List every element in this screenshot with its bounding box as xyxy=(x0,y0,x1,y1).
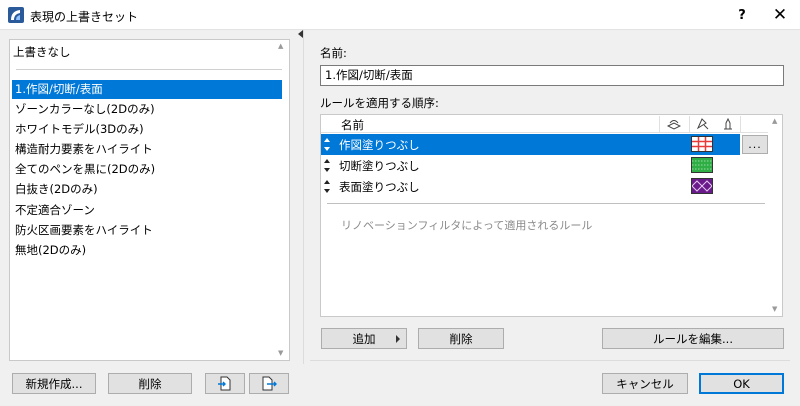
name-input[interactable]: 1.作図/切断/表面 xyxy=(320,65,784,86)
list-item[interactable]: 全てのペンを黒に(2Dのみ) xyxy=(12,160,155,179)
list-item[interactable]: 無地(2Dのみ) xyxy=(12,241,86,260)
add-rule-button[interactable]: 追加 xyxy=(321,328,407,349)
rule-row[interactable]: 切断塗りつぶし xyxy=(321,155,768,176)
help-button[interactable]: ? xyxy=(722,0,762,30)
title-bar: 表現の上書きセット ? ✕ xyxy=(0,0,800,30)
delete-rule-button[interactable]: 削除 xyxy=(418,328,504,349)
ok-button[interactable]: OK xyxy=(699,373,784,394)
list-item[interactable]: 構造耐力要素をハイライト xyxy=(12,140,153,159)
purple-diamond-swatch-icon xyxy=(691,178,713,194)
fill-brush-icon xyxy=(696,118,709,130)
list-item[interactable]: 防火区画要素をハイライト xyxy=(12,221,153,240)
list-item[interactable]: ホワイトモデル(3Dのみ) xyxy=(12,120,144,139)
override-set-list[interactable]: 上書きなし 1.作図/切断/表面 ゾーンカラーなし(2Dのみ) ホワイトモデル(… xyxy=(9,39,290,361)
red-grid-swatch-icon xyxy=(691,136,713,152)
renovation-filter-label: リノベーションフィルタによって適用されるルール xyxy=(341,219,593,232)
list-item[interactable]: 不定適合ゾーン xyxy=(12,201,95,220)
column-name-header[interactable]: 名前 xyxy=(341,117,364,133)
no-override-item[interactable]: 上書きなし xyxy=(13,44,71,60)
delete-set-button[interactable]: 削除 xyxy=(108,373,192,394)
list-divider xyxy=(16,69,282,70)
dropdown-arrow-icon xyxy=(396,335,400,343)
drag-handle-icon[interactable] xyxy=(323,138,331,151)
layer-icon xyxy=(667,120,681,130)
list-item[interactable]: 1.作図/切断/表面 xyxy=(12,80,282,99)
window-title: 表現の上書きセット xyxy=(30,10,139,24)
name-label: 名前: xyxy=(320,46,347,60)
column-divider xyxy=(689,116,690,132)
new-button[interactable]: 新規作成... xyxy=(12,373,96,394)
renovation-divider xyxy=(327,203,765,204)
column-divider xyxy=(659,116,660,132)
rule-row[interactable]: 作図塗りつぶし ... xyxy=(321,134,768,155)
drag-handle-icon[interactable] xyxy=(323,180,331,193)
import-button[interactable] xyxy=(205,373,245,394)
rule-name: 作図塗りつぶし xyxy=(339,138,420,152)
cancel-button[interactable]: キャンセル xyxy=(602,373,688,394)
edit-rules-button[interactable]: ルールを編集... xyxy=(602,328,784,349)
close-icon: ✕ xyxy=(772,5,788,25)
pen-icon xyxy=(724,117,732,130)
rule-row[interactable]: 表面塗りつぶし xyxy=(321,176,768,197)
scroll-down-icon[interactable]: ▼ xyxy=(278,349,283,357)
green-hatch-swatch-icon xyxy=(691,157,713,173)
list-item[interactable]: ゾーンカラーなし(2Dのみ) xyxy=(12,100,155,119)
rules-header: 名前 xyxy=(321,115,768,133)
column-divider xyxy=(740,116,741,132)
scroll-up-icon[interactable]: ▲ xyxy=(772,117,777,125)
add-label: 追加 xyxy=(352,331,376,346)
rules-order-label: ルールを適用する順序: xyxy=(320,96,439,110)
more-options-button[interactable]: ... xyxy=(742,135,768,154)
footer-divider xyxy=(310,360,790,361)
panel-splitter[interactable] xyxy=(303,30,304,364)
scroll-down-icon[interactable]: ▼ xyxy=(772,305,777,313)
drag-handle-icon[interactable] xyxy=(323,159,331,172)
rule-name: 表面塗りつぶし xyxy=(339,180,420,194)
rules-scrollbar[interactable]: ▲ ▼ xyxy=(768,115,783,316)
import-icon xyxy=(218,376,231,391)
list-item[interactable]: 白抜き(2Dのみ) xyxy=(12,180,98,199)
rule-name: 切断塗りつぶし xyxy=(339,159,420,173)
close-button[interactable]: ✕ xyxy=(760,0,800,30)
export-button[interactable] xyxy=(249,373,289,394)
scroll-up-icon[interactable]: ▲ xyxy=(278,42,283,50)
app-icon xyxy=(8,7,24,23)
rules-list[interactable]: 名前 作図塗りつぶし ... 切断塗りつぶし 表面塗りつぶし リノベーションフィ… xyxy=(320,114,783,317)
export-icon xyxy=(262,376,277,391)
